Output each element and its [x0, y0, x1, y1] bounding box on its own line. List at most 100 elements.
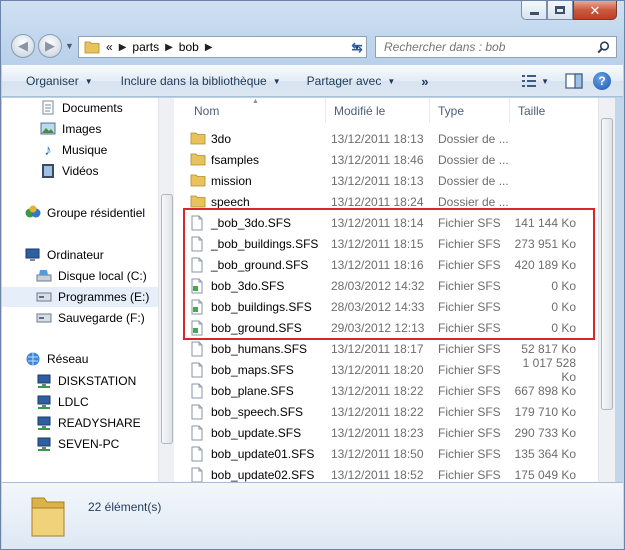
recent-pages-dropdown[interactable]: ▼ — [65, 41, 74, 51]
folder-icon — [190, 173, 206, 189]
file-date: 13/12/2011 18:17 — [331, 341, 424, 356]
nav-item-seven-pc[interactable]: SEVEN-PC — [2, 434, 158, 454]
close-button[interactable]: ✕ — [573, 1, 617, 20]
file-date: 28/03/2012 14:32 — [331, 278, 425, 293]
file-type: Dossier de ... — [438, 173, 509, 188]
folder-icon — [31, 497, 65, 537]
folder-row[interactable]: speech 13/12/2011 18:24 Dossier de ... — [180, 191, 598, 212]
close-icon: ✕ — [589, 2, 601, 18]
folder-icon — [190, 152, 206, 168]
breadcrumb-overflow[interactable]: « — [106, 40, 113, 54]
file-size: 290 733 Ko — [514, 425, 576, 440]
network-computer-icon — [36, 436, 52, 452]
file-size: 667 898 Ko — [514, 383, 576, 398]
nav-item-homegroup[interactable]: Groupe résidentiel — [2, 203, 158, 223]
folder-row[interactable]: 3do 13/12/2011 18:13 Dossier de ... — [180, 128, 598, 149]
chevron-down-icon: ▼ — [541, 76, 549, 86]
nav-item-videos[interactable]: Vidéos — [2, 161, 158, 181]
column-header-name[interactable]: ▲ Nom — [180, 98, 326, 123]
nav-scrollbar-thumb[interactable] — [161, 194, 173, 444]
help-icon[interactable]: ? — [593, 72, 611, 90]
network-computer-icon — [36, 415, 52, 431]
file-name: _bob_ground.SFS — [211, 257, 309, 272]
share-button[interactable]: Partager avec ▼ — [291, 66, 406, 96]
sfs-file-linked-icon — [190, 299, 206, 315]
file-name-cell: bob_buildings.SFS — [180, 299, 330, 315]
file-name: bob_speech.SFS — [211, 404, 304, 419]
folder-row[interactable]: fsamples 13/12/2011 18:46 Dossier de ... — [180, 149, 598, 170]
view-list-icon — [522, 75, 537, 87]
column-header-label: Nom — [194, 103, 220, 118]
file-row[interactable]: bob_3do.SFS 28/03/2012 14:32 Fichier SFS 0 … — [180, 275, 598, 296]
preview-pane-icon[interactable] — [565, 73, 583, 89]
sfs-file-linked-icon — [190, 320, 206, 336]
folder-row[interactable]: mission 13/12/2011 18:13 Dossier de ... — [180, 170, 598, 191]
nav-item-documents[interactable]: Documents — [2, 98, 158, 118]
file-row[interactable]: bob_plane.SFS 13/12/2011 18:22 Fichier SFS… — [180, 380, 598, 401]
file-list-scrollbar[interactable] — [598, 98, 615, 482]
nav-item-drive-c[interactable]: Disque local (C:) — [2, 266, 158, 286]
nav-item-network[interactable]: Réseau — [2, 349, 158, 369]
nav-item-label: READYSHARE — [58, 416, 141, 430]
minimize-button[interactable] — [521, 1, 547, 20]
refresh-button[interactable]: ⇆ — [346, 37, 368, 57]
sort-ascending-icon: ▲ — [252, 98, 259, 105]
address-bar[interactable]: « ▶ parts ▶ bob ▶ ▼ — [78, 36, 367, 58]
file-row[interactable]: bob_ground.SFS 29/03/2012 12:13 Fichier SF… — [180, 317, 598, 338]
file-date: 13/12/2011 18:13 — [331, 173, 424, 188]
nav-item-diskstation[interactable]: DISKSTATION — [2, 371, 158, 391]
nav-item-readyshare[interactable]: READYSHARE — [2, 413, 158, 433]
nav-item-drive-f[interactable]: Sauvegarde (F:) — [2, 308, 158, 328]
column-header-type[interactable]: Type — [430, 98, 510, 123]
nav-item-computer[interactable]: Ordinateur — [2, 245, 158, 265]
nav-item-label: DISKSTATION — [58, 374, 137, 388]
file-type: Fichier SFS — [438, 446, 501, 461]
search-icon[interactable] — [597, 40, 610, 54]
nav-item-music[interactable]: ♪ Musique — [2, 140, 158, 160]
search-input[interactable] — [384, 40, 584, 54]
file-row[interactable]: _bob_3do.SFS 13/12/2011 18:14 Fichier SFS 1… — [180, 212, 598, 233]
file-name: bob_ground.SFS — [211, 320, 302, 335]
nav-item-images[interactable]: Images — [2, 119, 158, 139]
file-list-scrollbar-thumb[interactable] — [601, 118, 613, 410]
file-row[interactable]: bob_update02.SFS 13/12/2011 18:52 Fichier … — [180, 464, 598, 482]
forward-button[interactable]: ▶ — [38, 34, 62, 58]
file-row[interactable]: bob_update.SFS 13/12/2011 18:23 Fichier SF… — [180, 422, 598, 443]
include-library-button[interactable]: Inclure dans la bibliothèque ▼ — [103, 66, 291, 96]
file-name-cell: _bob_ground.SFS — [180, 257, 330, 273]
address-row: ◀ ▶ ▼ « ▶ parts ▶ bob ▶ ▼ ⇆ — [1, 31, 624, 65]
nav-scrollbar[interactable] — [158, 98, 174, 482]
file-row[interactable]: bob_maps.SFS 13/12/2011 18:20 Fichier SFS 1… — [180, 356, 598, 384]
file-row[interactable]: bob_update01.SFS 13/12/2011 18:50 Fichier … — [180, 443, 598, 464]
organize-button[interactable]: Organiser ▼ — [2, 66, 103, 96]
folder-icon — [84, 41, 100, 54]
search-box[interactable] — [375, 36, 617, 58]
nav-item-drive-e[interactable]: Programmes (E:) — [2, 287, 158, 307]
sfs-file-icon — [190, 383, 206, 399]
file-name: bob_buildings.SFS — [211, 299, 312, 314]
column-header-size[interactable]: Taille — [510, 98, 598, 123]
more-commands-button[interactable]: » — [405, 66, 438, 96]
window-border-strip — [615, 98, 624, 482]
view-options-button[interactable]: ▼ — [521, 74, 549, 88]
nav-item-label: LDLC — [58, 395, 89, 409]
network-computer-icon — [36, 394, 52, 410]
drive-icon — [36, 289, 52, 305]
file-row[interactable]: bob_speech.SFS 13/12/2011 18:22 Fichier SF… — [180, 401, 598, 422]
file-name-cell: bob_update01.SFS — [180, 446, 330, 462]
maximize-button[interactable] — [547, 1, 573, 20]
file-row[interactable]: bob_buildings.SFS 28/03/2012 14:33 Fichier… — [180, 296, 598, 317]
file-row[interactable]: _bob_buildings.SFS 13/12/2011 18:15 Fichie… — [180, 233, 598, 254]
file-name-cell: bob_plane.SFS — [180, 383, 330, 399]
breadcrumb-item[interactable]: bob — [179, 40, 199, 54]
nav-item-ldlc[interactable]: LDLC — [2, 392, 158, 412]
file-row[interactable]: _bob_ground.SFS 13/12/2011 18:16 Fichier S… — [180, 254, 598, 275]
breadcrumb: « ▶ parts ▶ bob ▶ — [106, 40, 219, 54]
file-type: Fichier SFS — [438, 404, 501, 419]
back-button[interactable]: ◀ — [11, 34, 35, 58]
file-size: 0 Ko — [551, 299, 576, 314]
file-type: Fichier SFS — [438, 362, 501, 377]
breadcrumb-item[interactable]: parts — [132, 40, 159, 54]
column-header-date[interactable]: Modifié le — [326, 98, 430, 123]
file-date: 13/12/2011 18:20 — [331, 362, 424, 377]
